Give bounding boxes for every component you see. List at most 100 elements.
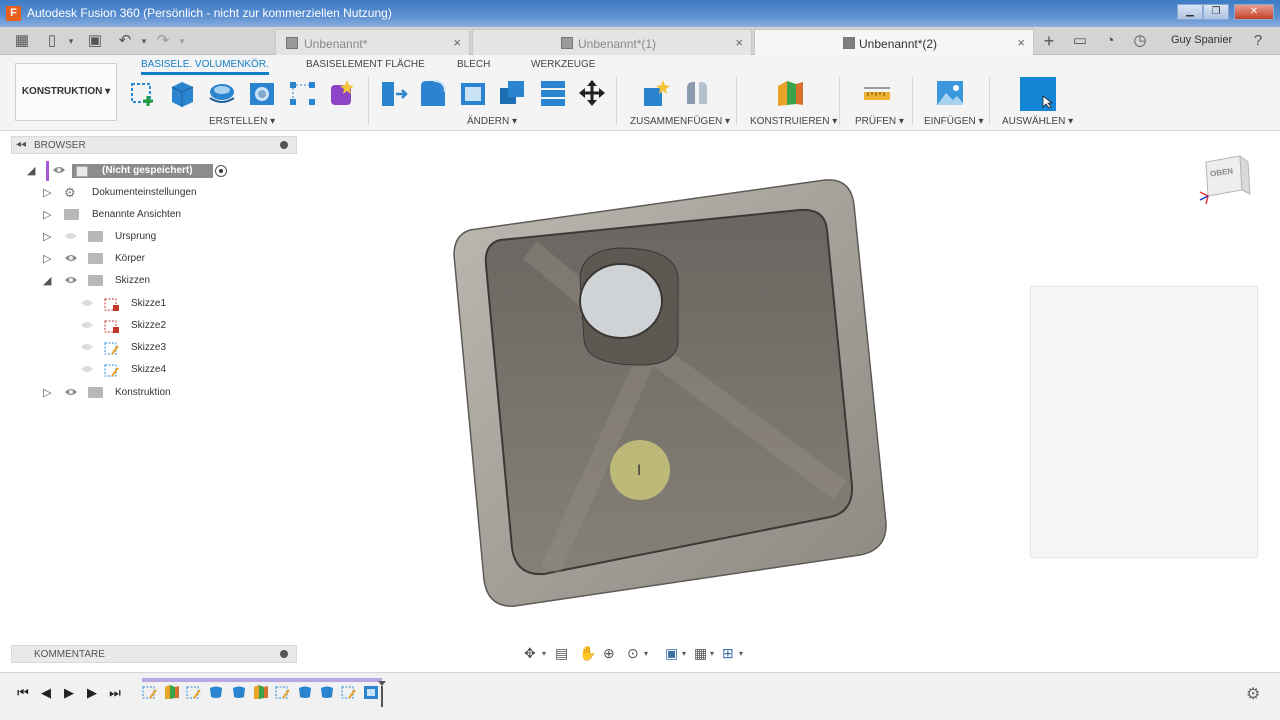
tree-row-origin[interactable]: ▷ Ursprung <box>40 227 240 247</box>
go-to-start-icon[interactable]: ⏮ <box>16 686 30 700</box>
create-sketch-icon[interactable] <box>128 78 158 108</box>
panel-pin-icon[interactable] <box>280 141 288 149</box>
timeline-shell-icon[interactable] <box>363 684 379 700</box>
viewports-dropdown-icon[interactable]: ▾ <box>739 649 757 667</box>
tree-row-sketch1[interactable]: Skizze1 <box>80 294 240 314</box>
measure-icon[interactable] <box>862 78 892 108</box>
expand-arrow-icon[interactable]: ▷ <box>43 208 51 221</box>
new-component-icon[interactable] <box>641 78 671 108</box>
create-form-icon[interactable] <box>327 78 357 108</box>
offset-plane-icon[interactable] <box>775 78 805 108</box>
tree-row-sketch4[interactable]: Skizze4 <box>80 360 240 380</box>
comments-panel-header[interactable]: KOMMENTARE <box>11 645 297 663</box>
expand-arrow-icon[interactable]: ▷ <box>43 252 51 265</box>
save-icon[interactable]: ▣ <box>86 32 104 50</box>
visibility-eye-icon[interactable] <box>52 165 66 175</box>
go-to-end-icon[interactable]: ⏭ <box>108 686 122 700</box>
timeline-loft-icon[interactable] <box>319 684 335 700</box>
group-create-label[interactable]: ERSTELLEN ▾ <box>209 116 275 127</box>
tab-unbenannt[interactable]: Unbenannt* × <box>275 29 470 55</box>
undo-icon[interactable]: ↶ <box>116 32 134 50</box>
help-icon[interactable]: ? <box>1249 32 1267 50</box>
job-status-icon[interactable]: ◔ <box>1101 32 1119 50</box>
expand-arrow-icon[interactable]: ▷ <box>43 386 51 399</box>
timeline-sketch-icon[interactable] <box>341 684 357 700</box>
look-at-icon[interactable]: ▤ <box>555 645 573 663</box>
collapse-arrow-icon[interactable]: ◢ <box>27 164 35 177</box>
activate-radio-icon[interactable] <box>215 165 227 177</box>
timeline-sketch-icon[interactable] <box>275 684 291 700</box>
redo-icon[interactable]: ↷ <box>154 32 172 50</box>
step-forward-icon[interactable]: ▶ <box>85 686 99 700</box>
browser-panel-header[interactable]: ◂◂ BROWSER <box>11 136 297 154</box>
visibility-eye-off-icon[interactable] <box>80 320 94 330</box>
expand-arrow-icon[interactable]: ▷ <box>43 186 51 199</box>
orbit-icon[interactable]: ✥ <box>524 645 542 663</box>
new-tab-plus-icon[interactable]: + <box>1040 32 1058 50</box>
expand-arrow-icon[interactable]: ▷ <box>43 230 51 243</box>
viewports-icon[interactable]: ⊞ <box>722 645 740 663</box>
visibility-eye-off-icon[interactable] <box>80 364 94 374</box>
timeline-sketch-icon[interactable] <box>142 684 158 700</box>
tree-row-sketch3[interactable]: Skizze3 <box>80 338 240 358</box>
pan-hand-icon[interactable]: ✋ <box>579 645 597 663</box>
3d-model-viewport[interactable]: I <box>440 170 900 620</box>
clock-icon[interactable]: ◷ <box>1131 32 1149 50</box>
file-icon[interactable]: ▯ <box>43 32 61 50</box>
hole-icon[interactable] <box>247 78 277 108</box>
tree-row-sketch2[interactable]: Skizze2 <box>80 316 240 336</box>
group-select-label[interactable]: AUSWÄHLEN ▾ <box>1002 116 1073 127</box>
zoom-icon[interactable]: ⊕ <box>603 645 621 663</box>
timeline-settings-gear-icon[interactable]: ⚙ <box>1246 684 1260 704</box>
group-modify-label[interactable]: ÄNDERN ▾ <box>467 116 517 127</box>
tab-tools[interactable]: WERKZEUGE <box>531 59 595 70</box>
tree-row-construction[interactable]: ▷ Konstruktion <box>40 383 240 403</box>
zoom-window-icon[interactable]: ⊙ <box>627 645 645 663</box>
tab-sheet-metal[interactable]: BLECH <box>457 59 490 70</box>
visibility-eye-off-icon[interactable] <box>64 231 78 241</box>
shell-icon[interactable] <box>458 78 488 108</box>
tab-close-icon[interactable]: × <box>735 35 743 50</box>
root-component-label[interactable]: (Nicht gespeichert) <box>72 164 213 178</box>
tree-row-sketches[interactable]: ◢ Skizzen <box>40 271 240 291</box>
combine-icon[interactable] <box>497 78 527 108</box>
select-tool-button[interactable] <box>1020 77 1056 111</box>
group-construct-label[interactable]: KONSTRUIEREN ▾ <box>750 116 837 127</box>
timeline-marker[interactable] <box>378 681 386 707</box>
add-comment-icon[interactable] <box>280 650 288 658</box>
timeline-loft-icon[interactable] <box>208 684 224 700</box>
joint-icon[interactable] <box>682 78 712 108</box>
move-copy-icon[interactable] <box>577 78 607 108</box>
visibility-eye-icon[interactable] <box>64 275 78 285</box>
press-pull-icon[interactable] <box>378 78 408 108</box>
tab-close-icon[interactable]: × <box>1017 35 1025 50</box>
display-settings-icon[interactable]: ▣ <box>665 645 683 663</box>
revolve-icon[interactable] <box>207 78 237 108</box>
redo-dropdown-icon[interactable]: ▾ <box>173 32 191 50</box>
tab-surface[interactable]: BASISELEMENT FLÄCHE <box>306 59 425 70</box>
timeline-loft-icon[interactable] <box>231 684 247 700</box>
zoom-dropdown-icon[interactable]: ▾ <box>644 649 662 667</box>
extrude-box-icon[interactable] <box>167 78 197 108</box>
chat-icon[interactable]: ▭ <box>1071 32 1089 50</box>
minimize-button[interactable]: ▁ <box>1177 4 1203 20</box>
tree-row-named-views[interactable]: ▷ Benannte Ansichten <box>40 205 240 225</box>
tab-close-icon[interactable]: × <box>453 35 461 50</box>
tree-row-bodies[interactable]: ▷ Körper <box>40 249 240 269</box>
play-icon[interactable]: ▶ <box>62 686 76 700</box>
rectangular-pattern-icon[interactable] <box>287 78 317 108</box>
data-panel-grid-icon[interactable]: ▦ <box>13 32 31 50</box>
visibility-eye-icon[interactable] <box>64 387 78 397</box>
group-assemble-label[interactable]: ZUSAMMENFÜGEN ▾ <box>630 116 730 127</box>
timeline-sketch-icon[interactable] <box>186 684 202 700</box>
tab-solid[interactable]: BASISELE. VOLUMENKÖR. <box>141 59 269 75</box>
step-back-icon[interactable]: ◀ <box>39 686 53 700</box>
visibility-eye-off-icon[interactable] <box>80 298 94 308</box>
group-insert-label[interactable]: EINFÜGEN ▾ <box>924 116 983 127</box>
timeline-plane-icon[interactable] <box>253 684 269 700</box>
close-window-button[interactable]: ✕ <box>1234 4 1274 20</box>
tab-unbenannt-2[interactable]: Unbenannt*(2) × <box>754 29 1034 55</box>
user-account[interactable]: Guy Spanier <box>1171 34 1232 46</box>
tree-row-document-settings[interactable]: ▷ ⚙ Dokumenteinstellungen <box>40 183 240 203</box>
maximize-button[interactable]: ❐ <box>1203 4 1229 20</box>
